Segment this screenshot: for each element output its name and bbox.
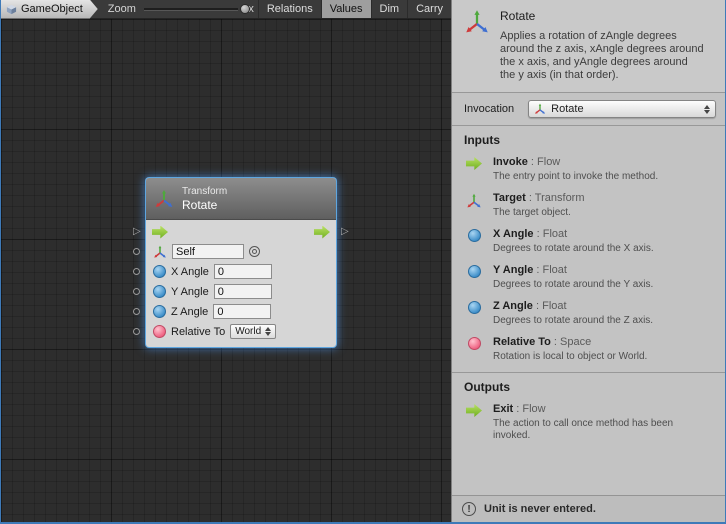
entry-text: Relative To : Space Rotation is local to… (493, 336, 647, 363)
zoom-slider-knob[interactable] (240, 4, 250, 14)
invocation-label: Invocation (464, 103, 514, 115)
relative-to-value: World (235, 326, 261, 337)
exit-flow-icon[interactable] (314, 226, 330, 239)
relative-to-input-port[interactable] (133, 328, 140, 335)
float-icon (466, 228, 482, 242)
input-entry-relative-to: Relative To : Space Rotation is local to… (452, 332, 725, 368)
z-angle-row: Z Angle (153, 303, 329, 320)
x-angle-field[interactable] (214, 264, 272, 279)
relative-to-dropdown[interactable]: World (230, 324, 276, 339)
flow-input-port[interactable] (133, 225, 141, 237)
z-angle-field[interactable] (213, 304, 271, 319)
entry-text: Invoke : Flow The entry point to invoke … (493, 156, 658, 183)
warning-text: Unit is never entered. (484, 503, 596, 515)
carry-button[interactable]: Carry (407, 0, 451, 18)
x-angle-label: X Angle (171, 266, 209, 278)
y-angle-input-port[interactable] (133, 288, 140, 295)
flow-icon (466, 403, 482, 417)
invocation-value: Rotate (551, 103, 583, 115)
graph-pane: GameObject Zoom 1x Relations Values Dim … (1, 0, 451, 522)
zoom-label: Zoom (108, 3, 136, 15)
rotate-node-header[interactable]: Transform Rotate (146, 178, 336, 220)
transform-icon (464, 9, 490, 35)
inspector-title: Rotate (500, 9, 706, 23)
values-button[interactable]: Values (321, 0, 371, 18)
inputs-header: Inputs (452, 126, 725, 152)
relations-button[interactable]: Relations (258, 0, 321, 18)
input-entry-target: Target : Transform The target object. (452, 188, 725, 224)
input-entry-x-angle: X Angle : Float Degrees to rotate around… (452, 224, 725, 260)
z-angle-input-port[interactable] (133, 308, 140, 315)
entry-text: X Angle : Float Degrees to rotate around… (493, 228, 654, 255)
float-port-icon[interactable] (153, 285, 166, 298)
float-port-icon[interactable] (153, 305, 166, 318)
object-picker-icon[interactable] (249, 246, 260, 257)
float-icon (466, 300, 482, 314)
transform-icon (153, 245, 167, 259)
dropdown-arrows-icon (704, 105, 710, 114)
transform-icon (466, 192, 482, 209)
toolbar-toggle-group: Relations Values Dim Carry (258, 0, 451, 18)
node-subtitle: Rotate (182, 198, 227, 212)
z-angle-label: Z Angle (171, 306, 208, 318)
graph-toolbar: GameObject Zoom 1x Relations Values Dim … (1, 0, 451, 19)
breadcrumb-gameobject[interactable]: GameObject (1, 0, 98, 19)
zoom-slider-track (144, 8, 238, 10)
space-port-icon[interactable] (153, 325, 166, 338)
dropdown-arrows-icon (265, 327, 271, 336)
self-row (153, 243, 329, 260)
self-input-port[interactable] (133, 248, 140, 255)
zoom-slider[interactable] (144, 3, 238, 15)
y-angle-row: Y Angle (153, 283, 329, 300)
entry-text: Y Angle : Float Degrees to rotate around… (493, 264, 653, 291)
inspector-panel: Rotate Applies a rotation of zAngle degr… (451, 0, 725, 522)
node-titles: Transform Rotate (182, 186, 227, 212)
input-entry-y-angle: Y Angle : Float Degrees to rotate around… (452, 260, 725, 296)
breadcrumb-label: GameObject (21, 3, 83, 15)
inspector-header: Rotate Applies a rotation of zAngle degr… (452, 0, 725, 92)
bolt-editor-window: GameObject Zoom 1x Relations Values Dim … (0, 0, 726, 524)
transform-icon (534, 103, 546, 115)
entry-text: Target : Transform The target object. (493, 192, 585, 219)
entry-text: Z Angle : Float Degrees to rotate around… (493, 300, 653, 327)
relative-to-row: Relative To World (153, 323, 329, 340)
inspector-header-text: Rotate Applies a rotation of zAngle degr… (500, 9, 706, 82)
relative-to-label: Relative To (171, 326, 225, 338)
input-entry-invoke: Invoke : Flow The entry point to invoke … (452, 152, 725, 188)
rotate-node-body: X Angle Y Angle Z Angle (146, 220, 336, 347)
y-angle-label: Y Angle (171, 286, 209, 298)
float-port-icon[interactable] (153, 265, 166, 278)
y-angle-field[interactable] (214, 284, 272, 299)
entry-text: Exit : Flow The action to call once meth… (493, 403, 703, 442)
output-entry-exit: Exit : Flow The action to call once meth… (452, 399, 725, 447)
flow-row (152, 224, 330, 240)
input-entry-z-angle: Z Angle : Float Degrees to rotate around… (452, 296, 725, 332)
gameobject-cube-icon (6, 4, 17, 15)
node-title: Transform (182, 186, 227, 198)
space-icon (466, 336, 482, 350)
float-icon (466, 264, 482, 278)
inspector-spacer (452, 447, 725, 495)
flow-icon (466, 156, 482, 170)
outputs-section: Outputs Exit : Flow The action to call o… (452, 372, 725, 447)
invocation-row: Invocation Rotate (452, 92, 725, 126)
x-angle-input-port[interactable] (133, 268, 140, 275)
inspector-description: Applies a rotation of zAngle degrees aro… (500, 30, 706, 82)
rotate-node[interactable]: Transform Rotate (146, 178, 336, 347)
flow-output-port[interactable] (341, 225, 349, 237)
graph-canvas[interactable]: Transform Rotate (1, 19, 451, 522)
outputs-header: Outputs (452, 373, 725, 399)
rotate-node-wrap: Transform Rotate (129, 178, 355, 347)
warning-bar: Unit is never entered. (452, 495, 725, 522)
self-target-field[interactable] (172, 244, 244, 259)
invoke-flow-icon[interactable] (152, 226, 168, 239)
warning-icon (462, 502, 476, 516)
x-angle-row: X Angle (153, 263, 329, 280)
dim-button[interactable]: Dim (371, 0, 408, 18)
transform-icon (154, 189, 174, 209)
invocation-dropdown[interactable]: Rotate (528, 100, 716, 118)
